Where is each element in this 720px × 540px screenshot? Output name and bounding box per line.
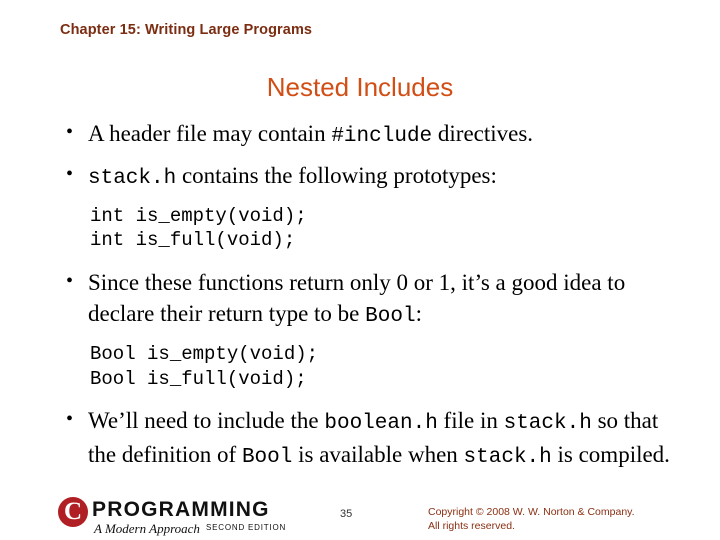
bullet-code-part: stack.h <box>88 166 177 190</box>
bullet-marker: • <box>66 121 74 143</box>
bullet-text-part: A header file may contain <box>88 121 332 146</box>
bullet-text-part: : <box>415 301 422 327</box>
slide: Chapter 15: Writing Large Programs Neste… <box>0 0 720 540</box>
bullet-text-part: file in <box>437 407 504 433</box>
bullet-code-part: stack.h <box>463 445 552 469</box>
bullet-marker: • <box>66 269 74 292</box>
bullet-code-part: boolean.h <box>324 411 438 435</box>
list-item: • We’ll need to include the boolean.h fi… <box>48 405 678 473</box>
logo-wordmark: PROGRAMMING <box>92 498 270 521</box>
slide-body: • A header file may contain #include dir… <box>48 118 678 475</box>
bullet-code-part: stack.h <box>503 411 592 435</box>
list-item: • stack.h contains the following prototy… <box>48 160 678 194</box>
bullet-marker: • <box>66 407 74 430</box>
logo-edition: SECOND EDITION <box>206 523 287 532</box>
page-number: 35 <box>340 508 353 520</box>
list-item: • A header file may contain #include dir… <box>48 118 678 152</box>
logo-c-letter: C <box>58 497 88 527</box>
bullet-text-part: contains the following prototypes: <box>176 162 497 188</box>
bullet-text-part: We’ll need to include the <box>88 407 325 433</box>
code-block-prototypes-int: int is_empty(void); int is_full(void); <box>90 204 307 252</box>
list-item: • Since these functions return only 0 or… <box>48 267 678 333</box>
bullet-code-part: Bool <box>365 305 416 329</box>
page-title: Nested Includes <box>266 72 454 102</box>
bullet-marker: • <box>66 162 74 185</box>
logo-subtitle: A Modern Approach <box>94 521 200 536</box>
copyright-line-2: All rights reserved. <box>428 519 515 532</box>
copyright-line-1: Copyright © 2008 W. W. Norton & Company. <box>428 506 635 518</box>
bullet-text-part: directives. <box>432 121 534 146</box>
bullet-text-part: Since these functions return only 0 or 1… <box>88 269 626 327</box>
code-block-prototypes-bool: Bool is_empty(void); Bool is_full(void); <box>90 343 319 390</box>
bullet-code-part: Bool <box>241 445 293 469</box>
book-logo: C PROGRAMMING A Modern Approach SECOND E… <box>58 497 288 536</box>
chapter-header: Chapter 15: Writing Large Programs <box>60 22 313 38</box>
bullet-code-part: #include <box>331 125 433 148</box>
copyright-notice: Copyright © 2008 W. W. Norton & Company.… <box>428 506 678 533</box>
bullet-text-part: is compiled. <box>551 441 670 467</box>
bullet-text-part: is available when <box>292 441 464 467</box>
